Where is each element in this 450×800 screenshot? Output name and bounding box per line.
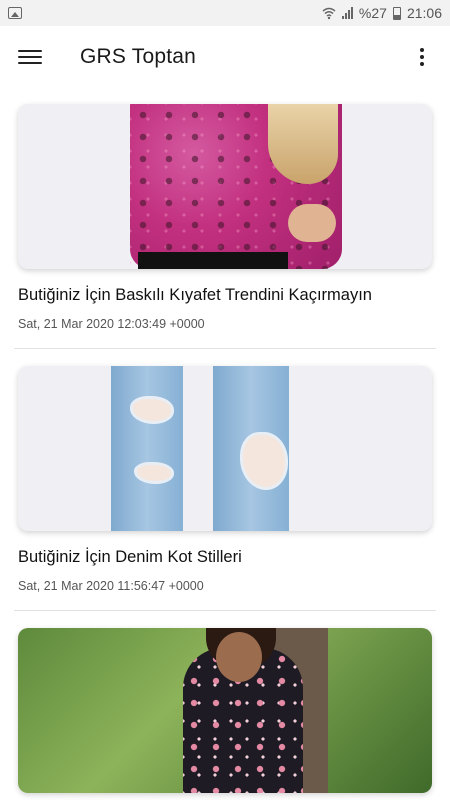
status-bar: %27 21:06 (0, 0, 450, 26)
more-vert-icon[interactable] (412, 45, 432, 69)
article-card[interactable]: Butiğiniz İçin Denim Kot Stilleri Sat, 2… (14, 366, 436, 611)
article-title[interactable]: Butiğiniz İçin Denim Kot Stilleri (18, 548, 436, 567)
app-bar: GRS Toptan (0, 26, 450, 88)
gallery-icon (8, 7, 22, 19)
article-card[interactable] (14, 628, 436, 793)
hamburger-menu-icon[interactable] (18, 47, 42, 67)
article-date: Sat, 21 Mar 2020 12:03:49 +0000 (18, 317, 205, 331)
clock: 21:06 (406, 5, 442, 21)
article-image[interactable] (18, 366, 432, 531)
article-image[interactable] (18, 628, 432, 793)
article-title[interactable]: Butiğiniz İçin Baskılı Kıyafet Trendini … (18, 286, 436, 305)
app-title: GRS Toptan (80, 45, 197, 68)
wifi-icon (322, 7, 336, 20)
status-icons: %27 21:06 (322, 5, 442, 21)
article-feed[interactable]: Butiğiniz İçin Baskılı Kıyafet Trendini … (0, 88, 450, 800)
article-date: Sat, 21 Mar 2020 11:56:47 +0000 (18, 579, 204, 593)
battery-percent: %27 (358, 5, 387, 21)
battery-icon (392, 6, 401, 20)
article-card[interactable]: Butiğiniz İçin Baskılı Kıyafet Trendini … (14, 104, 436, 349)
divider (14, 348, 436, 349)
article-image[interactable] (18, 104, 432, 269)
signal-icon (341, 7, 353, 19)
divider (14, 610, 436, 611)
